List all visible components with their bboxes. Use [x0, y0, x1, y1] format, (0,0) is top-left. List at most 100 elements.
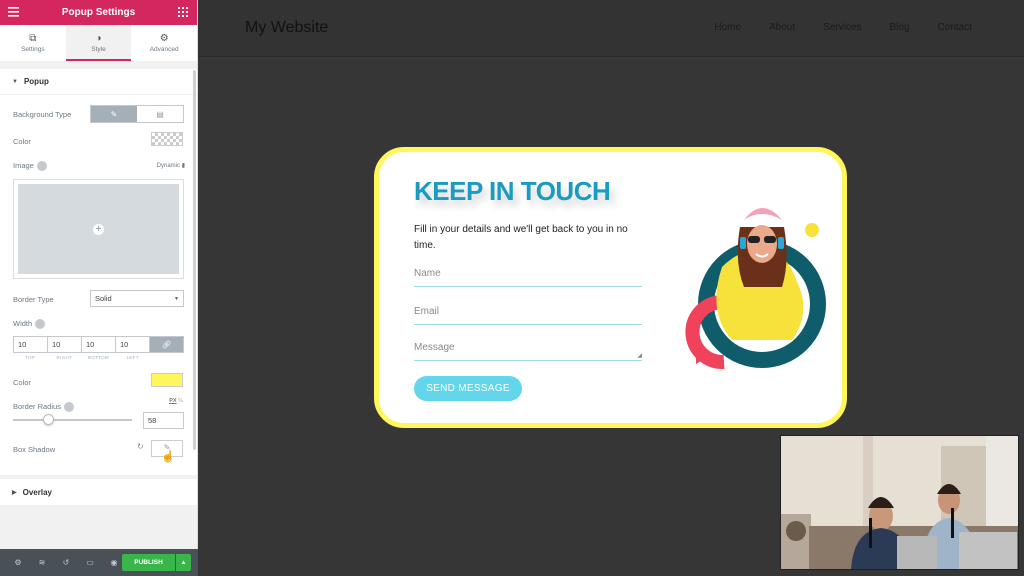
- border-type-label: Border Type: [13, 295, 54, 304]
- width-bottom-input[interactable]: 10: [81, 336, 115, 353]
- reset-icon[interactable]: ↻: [137, 442, 144, 451]
- unit-switcher[interactable]: PX %: [169, 398, 183, 404]
- popup-section: ▼ Popup Background Type ✎ ▤ Color Image …: [0, 69, 197, 475]
- settings-icon: ⧉: [29, 33, 37, 44]
- app: Popup Settings ⧉ Settings ◑ Style ⚙ Adva…: [0, 0, 1024, 576]
- responsive-icon[interactable]: [63, 402, 74, 413]
- email-field[interactable]: Email: [414, 306, 642, 325]
- background-type-toggle: ✎ ▤: [90, 105, 184, 123]
- popup-section-body: Background Type ✎ ▤ Color Image Dynamic …: [0, 95, 197, 475]
- unit-percent[interactable]: %: [178, 398, 183, 404]
- plus-icon[interactable]: +: [93, 223, 104, 235]
- site-header: My Website Home About Services Blog Cont…: [198, 0, 1024, 57]
- contrast-icon: ◑: [95, 33, 102, 44]
- border-type-select[interactable]: Solid ▼: [90, 290, 184, 307]
- image-uploader[interactable]: +: [13, 179, 184, 279]
- nav-contact[interactable]: Contact: [938, 22, 972, 33]
- tab-advanced-label: Advanced: [149, 46, 179, 53]
- background-type-label: Background Type: [13, 110, 72, 119]
- resize-handle-icon[interactable]: ◢: [637, 352, 642, 359]
- brush-icon: ✎: [110, 109, 118, 119]
- border-radius-input[interactable]: 58: [143, 412, 184, 429]
- nav-about[interactable]: About: [769, 22, 795, 33]
- sidebar-title: Popup Settings: [61, 7, 136, 18]
- dynamic-label: Dynamic: [156, 163, 181, 169]
- caret-right-icon: ▶: [12, 489, 17, 496]
- gradient-icon: ▤: [156, 109, 164, 119]
- chevron-down-icon: ▼: [174, 296, 179, 302]
- gradient-background-button[interactable]: ▤: [137, 106, 183, 122]
- caret-down-icon: ▼: [12, 78, 18, 85]
- tab-advanced[interactable]: ⚙ Advanced: [131, 25, 197, 61]
- message-field[interactable]: Message ◢: [414, 342, 642, 361]
- responsive-icon[interactable]: [36, 161, 47, 172]
- popup-section-title: Popup: [23, 77, 49, 86]
- publish-button[interactable]: PUBLISH: [122, 554, 175, 571]
- width-label: Width: [13, 319, 46, 330]
- overlay-section-header[interactable]: ▶ Overlay: [0, 479, 197, 505]
- width-top-sublabel: TOP: [25, 355, 36, 360]
- sidebar-footer: ⚙ ≋ ↺ ▭ ◉ PUBLISH ▲: [0, 549, 198, 576]
- box-shadow-label: Box Shadow: [13, 445, 56, 454]
- width-left-input[interactable]: 10: [115, 336, 149, 353]
- nav-blog[interactable]: Blog: [890, 22, 910, 33]
- popup-section-header[interactable]: ▼ Popup: [0, 69, 197, 95]
- responsive-icon[interactable]: [35, 319, 46, 330]
- border-color-label: Color: [13, 378, 31, 387]
- history-icon[interactable]: ↺: [54, 558, 78, 567]
- tab-style[interactable]: ◑ Style: [65, 25, 132, 61]
- dynamic-tags-button[interactable]: Dynamic ▮: [157, 162, 185, 169]
- border-color-picker[interactable]: [151, 373, 183, 387]
- menu-icon[interactable]: [8, 7, 19, 20]
- grid-icon[interactable]: [178, 7, 188, 20]
- database-icon: ▮: [181, 163, 185, 169]
- width-top-input[interactable]: 10: [13, 336, 47, 353]
- tab-settings-label: Settings: [21, 46, 45, 53]
- site-title[interactable]: My Website: [245, 19, 328, 37]
- border-radius-slider-handle[interactable]: [43, 414, 54, 425]
- send-message-button[interactable]: SEND MESSAGE: [414, 376, 522, 401]
- gear-icon[interactable]: ⚙: [6, 558, 30, 567]
- link-values-button[interactable]: 🔗︎: [149, 336, 184, 353]
- width-sublabels: TOP RIGHT BOTTOM LEFT: [13, 355, 184, 360]
- responsive-mode-icon[interactable]: ▭: [78, 558, 102, 567]
- message-placeholder: Message: [414, 342, 455, 353]
- overlay-section-title: Overlay: [22, 487, 52, 497]
- tab-style-label: Style: [91, 46, 106, 53]
- background-color-picker[interactable]: [151, 132, 183, 146]
- nav-services[interactable]: Services: [823, 22, 861, 33]
- border-width-inputs: 10 10 10 10 🔗︎: [13, 336, 184, 353]
- image-placeholder: +: [18, 184, 179, 274]
- border-radius-label: Border Radius: [13, 402, 74, 413]
- panel-tabs: ⧉ Settings ◑ Style ⚙ Advanced: [0, 25, 197, 61]
- classic-background-button[interactable]: ✎: [91, 106, 137, 122]
- unit-px[interactable]: PX: [169, 398, 176, 404]
- nav-home[interactable]: Home: [714, 22, 741, 33]
- name-field[interactable]: Name: [414, 268, 642, 287]
- tab-settings[interactable]: ⧉ Settings: [0, 25, 66, 61]
- woman-headphones-image: [685, 208, 826, 370]
- caret-up-icon: ▲: [180, 559, 187, 566]
- hand-cursor-icon: ☝: [161, 451, 175, 463]
- webcam-video: [780, 435, 1019, 570]
- gear-icon: ⚙: [159, 33, 169, 44]
- publish-options-button[interactable]: ▲: [176, 554, 191, 571]
- popup: KEEP IN TOUCH Fill in your details and w…: [374, 147, 847, 428]
- sidebar-scrollbar[interactable]: [193, 70, 196, 450]
- width-right-input[interactable]: 10: [47, 336, 81, 353]
- layers-icon[interactable]: ≋: [30, 558, 54, 567]
- color-label: Color: [13, 137, 31, 146]
- sidebar-header: Popup Settings: [0, 0, 197, 25]
- width-label-text: Width: [13, 319, 33, 328]
- border-type-value: Solid: [95, 294, 112, 303]
- width-right-sublabel: RIGHT: [56, 355, 73, 360]
- popup-description: Fill in your details and we'll get back …: [414, 224, 628, 251]
- border-radius-slider[interactable]: [13, 419, 132, 421]
- popup-title: KEEP IN TOUCH: [414, 176, 611, 206]
- width-bottom-sublabel: BOTTOM: [88, 355, 109, 360]
- image-label-text: Image: [13, 161, 34, 170]
- width-left-sublabel: LEFT: [126, 355, 139, 360]
- editor-sidebar: Popup Settings ⧉ Settings ◑ Style ⚙ Adva…: [0, 0, 198, 576]
- border-radius-label-text: Border Radius: [13, 402, 61, 411]
- presenters-image: [781, 436, 1018, 569]
